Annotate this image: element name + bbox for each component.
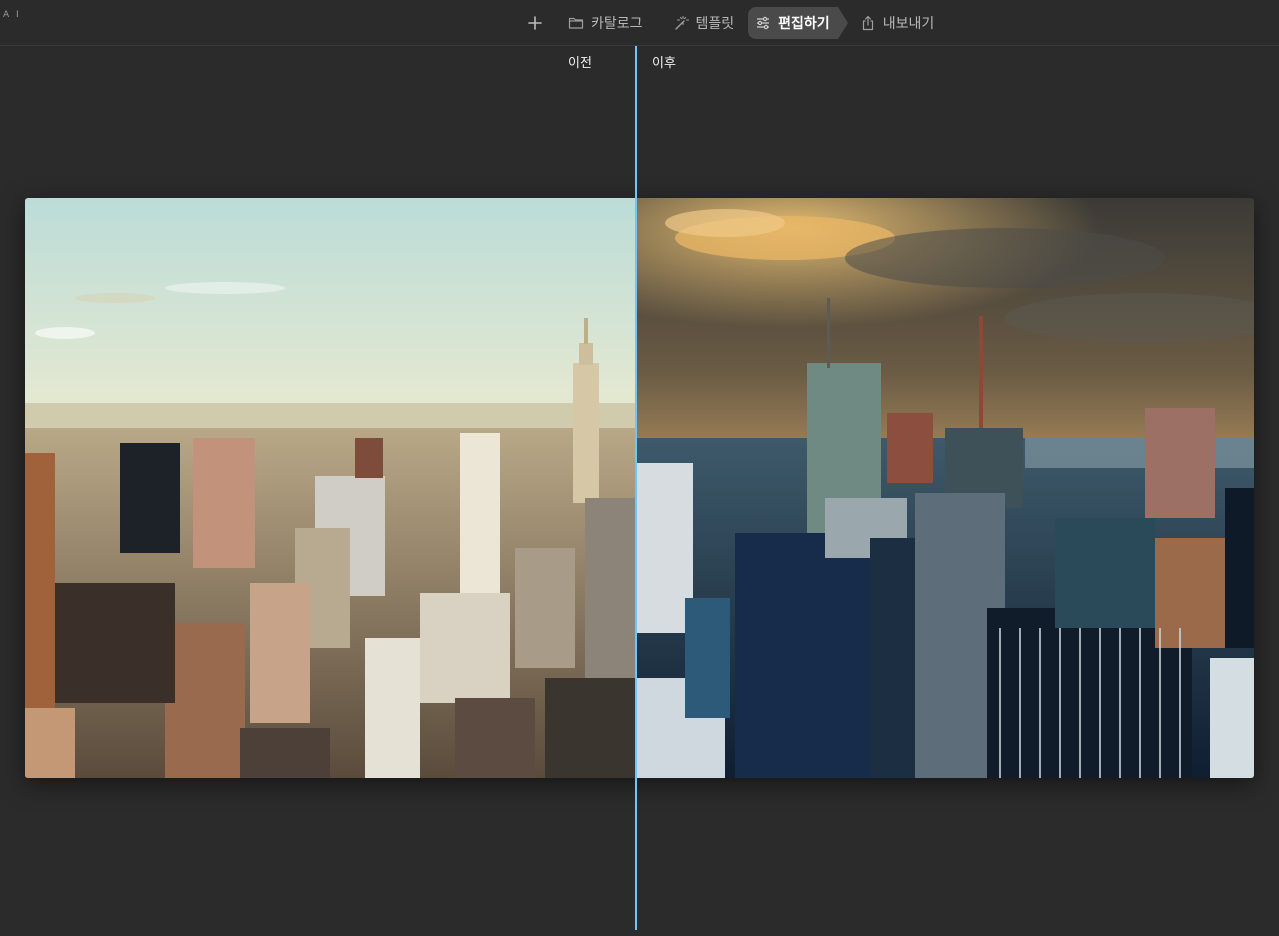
add-button[interactable] (520, 7, 550, 39)
before-label: 이전 (568, 56, 592, 71)
comparison-photo[interactable] (25, 198, 1254, 778)
sliders-icon (755, 15, 771, 31)
tab-edit-label: 편집하기 (778, 16, 830, 32)
magic-wand-icon (673, 15, 689, 31)
tab-catalog[interactable]: 카탈로그 (560, 7, 651, 39)
share-icon (860, 15, 876, 31)
tab-export[interactable]: 내보내기 (852, 7, 943, 39)
tab-templates-label: 템플릿 (695, 16, 735, 32)
top-toolbar: A I 카탈로그 템플릿 편집하기 내보내기 (0, 0, 1279, 46)
tab-catalog-label: 카탈로그 (591, 16, 643, 32)
app-window: A I 카탈로그 템플릿 편집하기 내보내기 이전 이후 (0, 0, 1279, 936)
folder-icon (568, 15, 584, 31)
tab-export-label: 내보내기 (882, 16, 935, 32)
app-mark: A I (3, 10, 21, 20)
after-label: 이후 (652, 56, 676, 71)
tab-edit[interactable]: 편집하기 (748, 7, 848, 39)
plus-icon (526, 14, 544, 32)
main-nav: 카탈로그 템플릿 편집하기 내보내기 (520, 7, 942, 39)
tab-templates[interactable]: 템플릿 (665, 7, 743, 39)
city-skyline-image (25, 198, 1254, 778)
comparison-divider-handle[interactable] (635, 46, 637, 930)
